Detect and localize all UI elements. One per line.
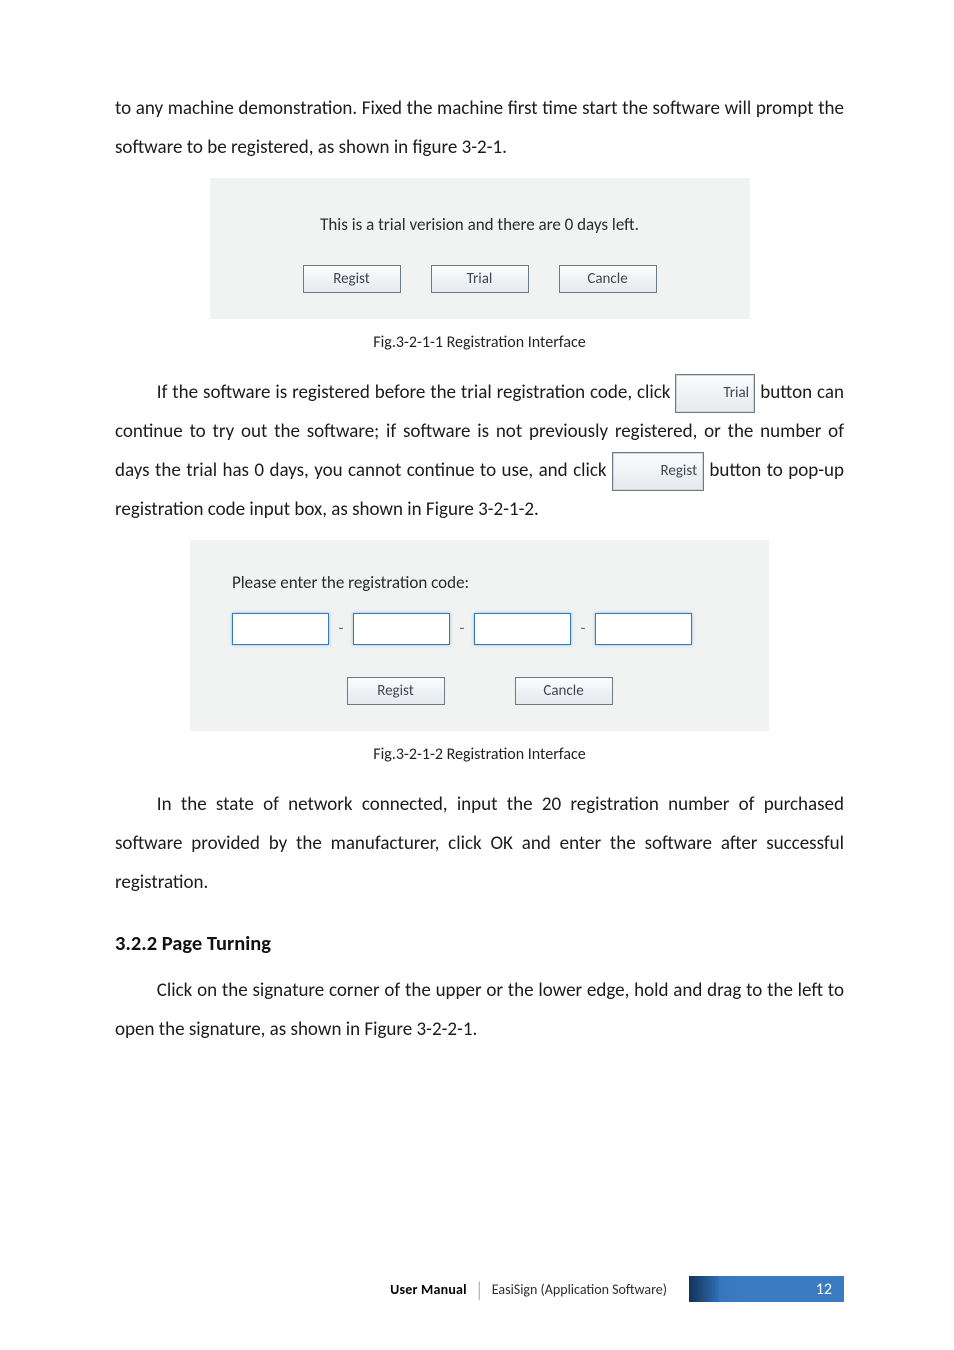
registration-dialog-button-row: Regist Cancle [232, 677, 727, 705]
code-segment-1[interactable] [232, 613, 329, 645]
section-body-paragraph: Click on the signature corner of the upp… [115, 972, 844, 1050]
section-heading: 3.2.2 Page Turning [115, 930, 844, 956]
figure-caption-1: Fig.3-2-1-1 Registration Interface [115, 333, 844, 352]
footer-product-name: EasiSign (Application Software) [492, 1281, 667, 1298]
mid-paragraph: If the software is registered before the… [115, 374, 844, 530]
registration-prompt: Please enter the registration code: [232, 572, 727, 593]
registration-code-dialog: Please enter the registration code: - - … [190, 540, 769, 731]
regist-button[interactable]: Regist [347, 677, 445, 705]
registration-code-row: - - - [232, 613, 727, 645]
mid-text-seg1: If the software is registered before the… [157, 381, 676, 404]
trial-dialog-button-row: Regist Trial Cancle [250, 265, 710, 293]
code-dash: - [450, 619, 474, 638]
document-page: to any machine demonstration. Fixed the … [0, 0, 954, 1350]
trial-dialog-message: This is a trial verision and there are 0… [250, 214, 710, 235]
code-dash: - [329, 619, 353, 638]
cancle-button[interactable]: Cancle [559, 265, 657, 293]
code-segment-4[interactable] [595, 613, 692, 645]
code-dash: - [571, 619, 595, 638]
trial-button[interactable]: Trial [431, 265, 529, 293]
code-segment-3[interactable] [474, 613, 571, 645]
page-footer: User Manual │ EasiSign (Application Soft… [0, 1276, 954, 1302]
footer-user-manual: User Manual [390, 1281, 467, 1298]
page-number-badge: 12 [689, 1276, 844, 1302]
after-dialog2-paragraph: In the state of network connected, input… [115, 786, 844, 903]
intro-paragraph: to any machine demonstration. Fixed the … [115, 90, 844, 168]
cancle-button[interactable]: Cancle [515, 677, 613, 705]
footer-divider-icon: │ [475, 1279, 484, 1301]
figure-caption-2: Fig.3-2-1-2 Registration Interface [115, 745, 844, 764]
regist-button[interactable]: Regist [303, 265, 401, 293]
inline-regist-button[interactable]: Regist [612, 452, 704, 491]
inline-trial-button[interactable]: Trial [675, 374, 755, 413]
page-number: 12 [816, 1280, 832, 1299]
trial-dialog: This is a trial verision and there are 0… [210, 178, 750, 319]
code-segment-2[interactable] [353, 613, 450, 645]
